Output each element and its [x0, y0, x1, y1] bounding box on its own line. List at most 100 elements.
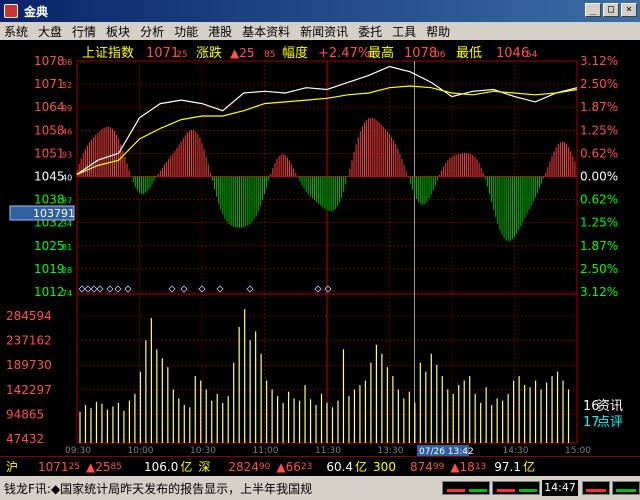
- change-value: ▲25: [230, 46, 255, 60]
- title-bar: 金典 _ □ ×: [0, 0, 640, 22]
- volume-bars: [79, 309, 570, 443]
- menu-item-orders[interactable]: 委托: [358, 23, 382, 40]
- price-tick-decimal: 40: [62, 174, 72, 183]
- ticker-text: ◆国家统计局昨天发布的报告显示，上半年我国规: [50, 481, 313, 496]
- price-tick-label: 1058: [34, 123, 65, 137]
- volume-tick-label: 94865: [6, 407, 44, 421]
- percent-tick-label: 1.87%: [580, 239, 618, 253]
- price-tick-label: 1051: [34, 146, 65, 160]
- time-tick-label: 09:30: [65, 446, 91, 456]
- price-tick-decimal: 74: [62, 289, 72, 298]
- volume-tick-label: 284594: [6, 309, 52, 323]
- mini-indicator-4: [612, 481, 640, 495]
- percent-tick-label: 0.62%: [580, 146, 618, 160]
- price-tick-decimal: 93: [62, 150, 72, 159]
- event-marker: [78, 285, 86, 293]
- index-summary-bar: 沪 1071 25 ▲25 85 106.0 亿 深 2824 90 ▲66 23 60…: [0, 456, 640, 476]
- sz-change-decimal: 23: [300, 461, 313, 472]
- high-value: 1078: [404, 46, 437, 61]
- low-value: 1046: [496, 46, 529, 61]
- menu-item-analysis[interactable]: 分析: [140, 23, 164, 40]
- price-tick-label: 1025: [34, 239, 65, 253]
- sz-label: 深: [198, 460, 211, 474]
- menu-item-fundamentals[interactable]: 基本资料: [242, 23, 290, 40]
- low-decimal: 54: [526, 50, 538, 60]
- volume-tick-label: 47432: [6, 432, 44, 446]
- percent-tick-label: 2.50%: [580, 77, 618, 91]
- maximize-button[interactable]: □: [603, 3, 619, 17]
- chart-grid: [76, 60, 578, 444]
- clock: 14:47: [542, 480, 578, 496]
- price-tick-decimal: 81: [62, 243, 72, 252]
- sh-amount: 106.0: [143, 459, 179, 474]
- i300-change-decimal: 13: [474, 461, 487, 472]
- sh-change-decimal: 85: [110, 461, 122, 472]
- cursor-time-label: 07/26 13:42: [419, 447, 474, 456]
- news-ticker[interactable]: 钱龙F讯:◆国家统计局昨天发布的报告显示，上半年我国规: [4, 480, 440, 497]
- price-tick-label: 1071: [34, 77, 65, 91]
- time-tick-label: 11:30: [315, 446, 341, 456]
- sz-unit: 亿: [355, 460, 368, 474]
- time-tick-label: 13:30: [378, 446, 404, 456]
- menu-item-tools[interactable]: 工具: [392, 23, 416, 40]
- mini-indicator-1: [442, 481, 490, 495]
- menu-item-news[interactable]: 新闻资讯: [300, 23, 348, 40]
- percent-tick-label: 0.62%: [580, 193, 618, 207]
- i300-amount: 97.1: [494, 459, 521, 474]
- time-tick-label: 10:30: [190, 446, 216, 456]
- sh-change: ▲25: [86, 459, 111, 474]
- price-tick-label: 1064: [34, 100, 65, 114]
- sh-price-decimal: 25: [68, 461, 81, 472]
- close-button[interactable]: ×: [621, 3, 637, 17]
- price-tick-label: 1078: [34, 54, 65, 68]
- time-tick-label: 11:00: [253, 446, 279, 456]
- sh-label: 沪: [6, 460, 19, 474]
- intraday-chart-svg: 107806 3.12%107152 2.50%106499 1.87%105846 1…: [6, 45, 623, 456]
- menu-item-help[interactable]: 帮助: [426, 23, 450, 40]
- menu-item-sectors[interactable]: 板块: [106, 23, 130, 40]
- minimize-button[interactable]: _: [585, 3, 601, 17]
- window-controls: _ □ ×: [585, 3, 637, 17]
- axis-labels: 107806 3.12% 107152 2.50% 106499 1.87% 105846 1…: [6, 54, 618, 456]
- event-marker: [106, 285, 114, 293]
- percent-label: 幅度: [282, 45, 308, 61]
- event-marker: [114, 285, 122, 293]
- app-icon: [4, 4, 18, 18]
- menu-item-system[interactable]: 系统: [4, 23, 28, 40]
- event-marker: [216, 285, 224, 293]
- event-marker: [96, 285, 104, 293]
- percent-tick-label: 3.12%: [580, 54, 618, 68]
- intraday-chart[interactable]: 1078 06 3.12% 1071 52 2.50% 1064 99 1.87% 1058 46 1…: [0, 40, 640, 456]
- menu-item-functions[interactable]: 功能: [174, 23, 198, 40]
- price-tick-decimal: 28: [62, 266, 72, 275]
- sz-amount: 60.4: [326, 459, 354, 474]
- price-tick-label: 1019: [34, 262, 65, 276]
- menu-item-quotes[interactable]: 行情: [72, 23, 96, 40]
- sz-price: 2824: [228, 459, 259, 474]
- menu-item-market[interactable]: 大盘: [38, 23, 62, 40]
- mini-indicator-2: [492, 481, 540, 495]
- index-name: 上证指数: [82, 46, 134, 61]
- sz-price-decimal: 90: [258, 461, 271, 472]
- volume-tick-label: 189730: [6, 358, 52, 372]
- high-label: 最高: [368, 45, 394, 61]
- time-tick-label: 15:00: [565, 446, 591, 456]
- change-decimal: 85: [264, 50, 275, 60]
- event-marker: [314, 285, 322, 293]
- percent-tick-label: 2.50%: [580, 262, 618, 276]
- news-label[interactable]: 资讯: [597, 399, 623, 414]
- ticker-source: 钱龙F讯:: [4, 481, 51, 496]
- time-tick-label: 10:00: [128, 446, 154, 456]
- i300-label: 300: [373, 459, 396, 474]
- price-tick-label: 1012: [34, 285, 65, 299]
- low-label: 最低: [456, 46, 482, 61]
- percent-tick-label: 1.87%: [580, 100, 618, 114]
- high-decimal: 06: [434, 50, 446, 60]
- event-marker: [246, 285, 254, 293]
- price-tick-decimal: 34: [62, 220, 72, 229]
- comment-label[interactable]: 点评: [597, 415, 623, 430]
- menu-item-hk-stocks[interactable]: 港股: [208, 23, 232, 40]
- price-tick-decimal: 87: [62, 197, 72, 206]
- price-tick-label: 1038: [34, 193, 65, 207]
- percent-tick-label: 1.25%: [580, 216, 618, 230]
